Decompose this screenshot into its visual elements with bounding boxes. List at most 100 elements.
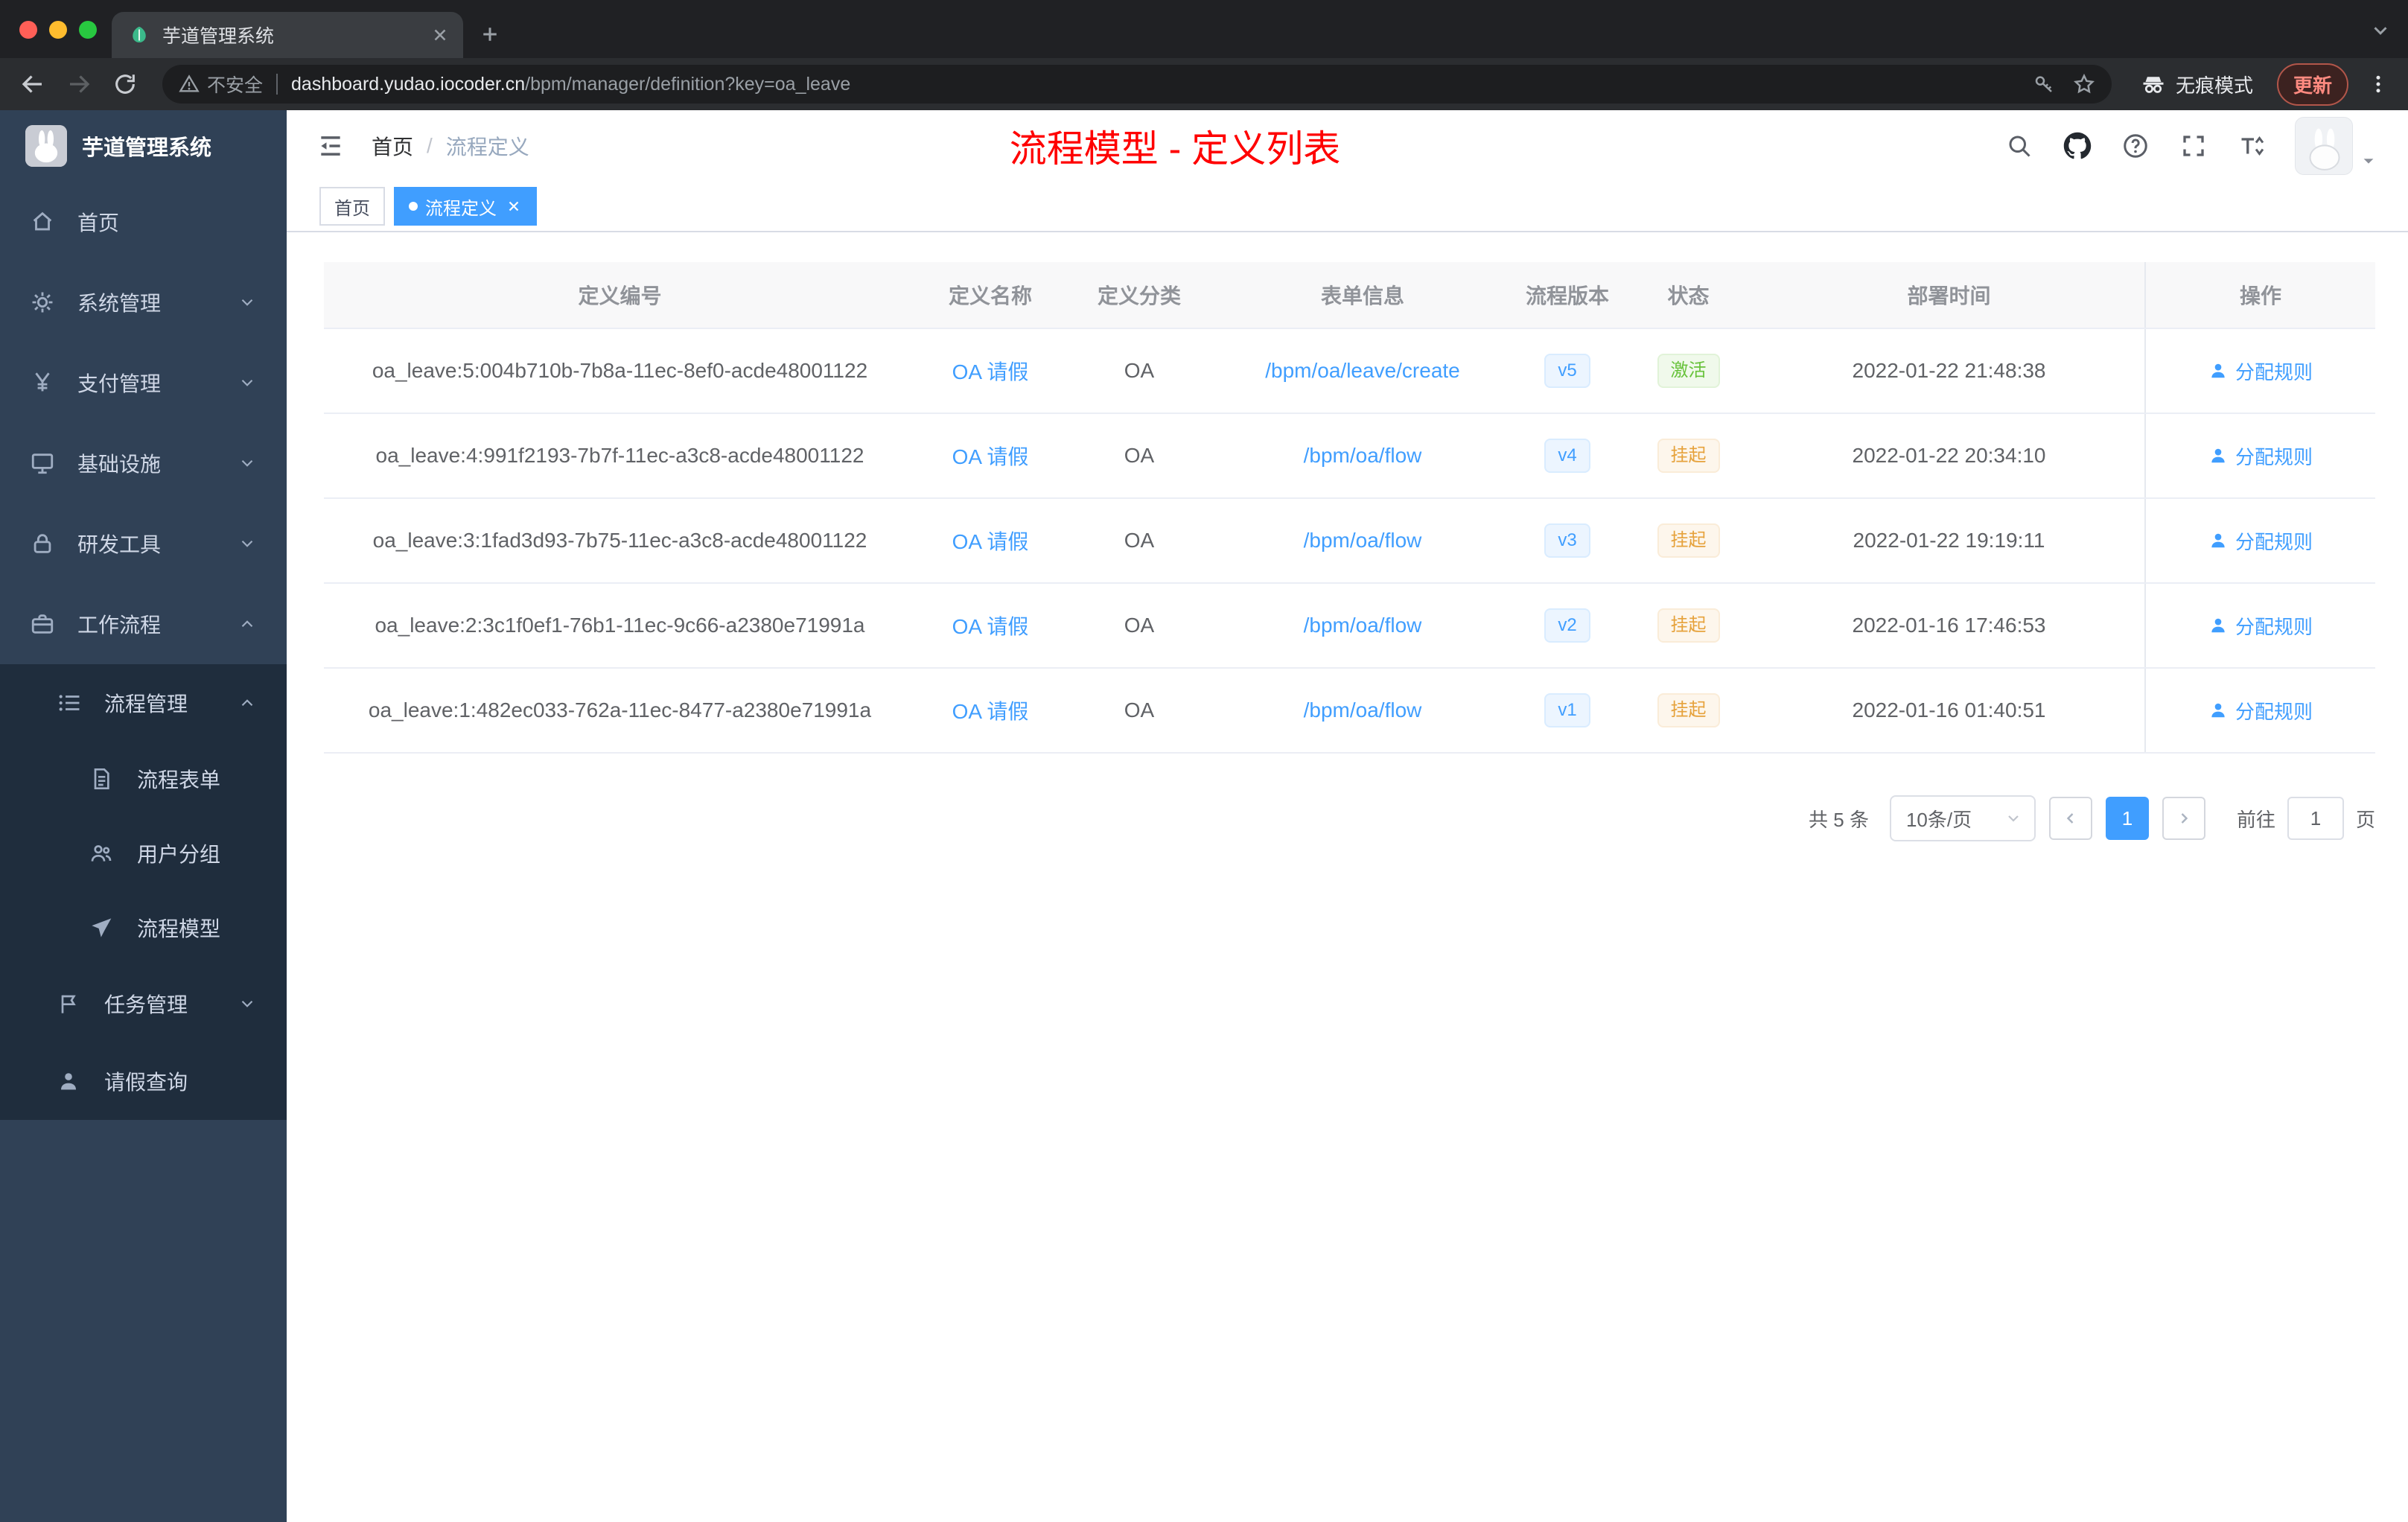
column-header: 定义名称 xyxy=(948,284,1032,308)
definition-name-link[interactable]: OA 请假 xyxy=(952,611,1029,640)
sidebar-header: 芋道管理系统 xyxy=(0,110,287,182)
tag-label: 流程定义 xyxy=(425,198,497,219)
cell-category: OA xyxy=(1124,614,1155,637)
sidebar-item-label: 用户分组 xyxy=(137,843,221,866)
assign-rule-button[interactable]: 分配规则 xyxy=(2208,442,2313,470)
version-tag: v1 xyxy=(1544,692,1590,728)
workflow-submenu: 流程管理 流程表单 用户分组 流程模型 任务管理 请假查询 xyxy=(0,664,287,1120)
browser-update-button[interactable]: 更新 xyxy=(2276,63,2348,106)
next-page-button[interactable] xyxy=(2162,797,2205,840)
password-key-icon[interactable] xyxy=(2033,73,2055,95)
form-info-link[interactable]: /bpm/oa/flow xyxy=(1304,614,1422,637)
person-icon xyxy=(57,1069,85,1093)
definition-name-link[interactable]: OA 请假 xyxy=(952,441,1029,471)
browser-menu-icon[interactable] xyxy=(2362,65,2395,104)
chevron-down-icon xyxy=(238,373,257,392)
goto-unit: 页 xyxy=(2355,808,2375,831)
sidebar-item-user-group[interactable]: 用户分组 xyxy=(0,816,287,891)
tag-process-definition[interactable]: 流程定义 xyxy=(394,187,537,226)
chevron-down-icon xyxy=(238,994,257,1013)
page-number-button[interactable]: 1 xyxy=(2105,797,2149,840)
security-label[interactable]: 不安全 xyxy=(207,71,263,98)
definition-name-link[interactable]: OA 请假 xyxy=(952,526,1029,555)
tab-search-icon[interactable] xyxy=(2369,19,2392,42)
sidebar-item-label: 工作流程 xyxy=(77,614,162,637)
sidebar-item-dev-tools[interactable]: 研发工具 xyxy=(0,503,287,584)
bookmark-star-icon[interactable] xyxy=(2073,73,2095,95)
lock-icon xyxy=(30,531,58,556)
form-info-link[interactable]: /bpm/oa/leave/create xyxy=(1265,359,1460,383)
chevron-down-icon xyxy=(238,453,257,473)
tag-active-dot xyxy=(409,202,418,211)
hamburger-icon[interactable] xyxy=(312,127,349,165)
search-icon[interactable] xyxy=(2004,131,2034,161)
new-tab-button[interactable] xyxy=(469,13,511,55)
column-header: 状态 xyxy=(1667,284,1710,308)
user-avatar[interactable] xyxy=(2295,117,2353,175)
sidebar-item-system[interactable]: 系统管理 xyxy=(0,262,287,343)
cell-category: OA xyxy=(1124,444,1155,467)
sidebar-item-process-model[interactable]: 流程模型 xyxy=(0,891,287,965)
version-tag: v2 xyxy=(1544,608,1590,643)
app-title: 芋道管理系统 xyxy=(82,136,212,160)
sidebar-item-label: 流程表单 xyxy=(137,768,221,792)
sidebar-item-leave-query[interactable]: 请假查询 xyxy=(0,1042,287,1120)
breadcrumb-home[interactable]: 首页 xyxy=(372,131,413,161)
version-tag: v4 xyxy=(1544,438,1590,474)
column-header: 操作 xyxy=(2144,262,2375,328)
cell-deploy-time: 2022-01-22 20:34:10 xyxy=(1852,444,2046,467)
column-header: 部署时间 xyxy=(1907,284,1991,308)
minimize-window-button[interactable] xyxy=(49,21,67,39)
breadcrumb-separator: / xyxy=(427,134,433,157)
definition-name-link[interactable]: OA 请假 xyxy=(952,695,1029,725)
tab-close-icon[interactable] xyxy=(430,25,450,45)
close-window-button[interactable] xyxy=(19,21,37,39)
assign-rule-button[interactable]: 分配规则 xyxy=(2208,612,2313,640)
navbar-actions xyxy=(2004,117,2408,175)
chevron-down-icon xyxy=(238,534,257,553)
assign-rule-button[interactable]: 分配规则 xyxy=(2208,697,2313,725)
sidebar-item-label: 首页 xyxy=(77,211,120,235)
version-tag: v5 xyxy=(1544,353,1590,389)
page-goto-input[interactable] xyxy=(2287,797,2344,840)
pagination: 共 5 条 10条/页 1 前往 页 xyxy=(324,795,2375,841)
sidebar-item-task-management[interactable]: 任务管理 xyxy=(0,965,287,1042)
fullscreen-icon[interactable] xyxy=(2179,131,2208,161)
font-size-icon[interactable] xyxy=(2237,131,2267,161)
page-size-select[interactable]: 10条/页 xyxy=(1889,795,2036,841)
app-navbar: 首页 / 流程定义 流程模型 - 定义列表 xyxy=(287,110,2408,182)
sidebar-item-home[interactable]: 首页 xyxy=(0,182,287,262)
column-header: 流程版本 xyxy=(1525,284,1609,308)
sidebar-item-label: 基础设施 xyxy=(77,453,162,476)
github-icon[interactable] xyxy=(2063,131,2092,161)
sidebar-item-infrastructure[interactable]: 基础设施 xyxy=(0,423,287,503)
help-icon[interactable] xyxy=(2121,131,2150,161)
back-button[interactable] xyxy=(13,65,52,104)
form-info-link[interactable]: /bpm/oa/flow xyxy=(1304,529,1422,553)
sidebar-item-process-management[interactable]: 流程管理 xyxy=(0,664,287,742)
update-label: 更新 xyxy=(2293,74,2332,97)
tag-home[interactable]: 首页 xyxy=(319,187,385,226)
assign-rule-button[interactable]: 分配规则 xyxy=(2208,527,2313,555)
address-bar[interactable]: 不安全 dashboard.yudao.iocoder.cn /bpm/mana… xyxy=(162,65,2112,104)
sidebar-menu: 首页 系统管理 支付管理 基础设施 研发工具 工作流程 流程管理 流程表单 用户… xyxy=(0,182,287,1120)
definition-name-link[interactable]: OA 请假 xyxy=(952,356,1029,386)
briefcase-icon xyxy=(30,611,58,637)
document-icon xyxy=(89,767,118,791)
browser-toolbar: 不安全 dashboard.yudao.iocoder.cn /bpm/mana… xyxy=(0,58,2408,110)
zoom-window-button[interactable] xyxy=(79,21,97,39)
reload-button[interactable] xyxy=(106,65,144,104)
sidebar-item-workflow[interactable]: 工作流程 xyxy=(0,584,287,664)
tag-close-icon[interactable] xyxy=(506,198,522,214)
sidebar-item-payment[interactable]: 支付管理 xyxy=(0,343,287,423)
assign-rule-button[interactable]: 分配规则 xyxy=(2208,357,2313,385)
browser-tab[interactable]: 芋道管理系统 xyxy=(112,12,463,58)
page-content: 定义编号 定义名称 定义分类 表单信息 流程版本 状态 部署时间 操作 oa_l… xyxy=(287,232,2408,1522)
prev-page-button[interactable] xyxy=(2048,797,2092,840)
status-badge: 挂起 xyxy=(1657,608,1720,643)
column-header: 定义分类 xyxy=(1097,284,1181,308)
sidebar-item-process-form[interactable]: 流程表单 xyxy=(0,742,287,816)
form-info-link[interactable]: /bpm/oa/flow xyxy=(1304,444,1422,468)
forward-button[interactable] xyxy=(60,65,98,104)
form-info-link[interactable]: /bpm/oa/flow xyxy=(1304,698,1422,722)
